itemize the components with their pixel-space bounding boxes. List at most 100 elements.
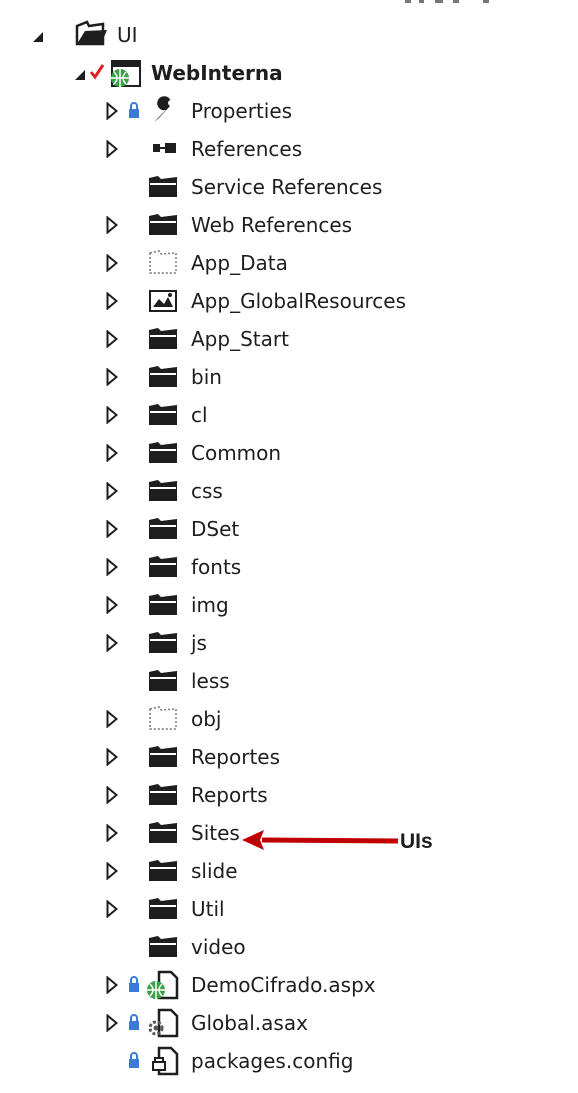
tree-node-dset[interactable]: DSet <box>0 510 578 548</box>
tree-node-bin[interactable]: bin <box>0 358 578 396</box>
collapsed-triangle-icon[interactable] <box>106 748 118 766</box>
collapsed-triangle-icon[interactable] <box>106 634 118 652</box>
folder-icon <box>149 784 177 805</box>
tree-node-reports[interactable]: Reports <box>0 776 578 814</box>
tree-node-label: Common <box>191 441 282 465</box>
tree-node-fonts[interactable]: fonts <box>0 548 578 586</box>
tree-node-util[interactable]: Util <box>0 890 578 928</box>
aspx-file-icon <box>147 970 179 1000</box>
tree-node-app-start[interactable]: App_Start <box>0 320 578 358</box>
collapsed-triangle-icon[interactable] <box>106 482 118 500</box>
web-project-icon <box>111 60 141 87</box>
folder-icon <box>149 670 177 691</box>
lock-icon <box>129 1014 139 1030</box>
cropped-text-fragment <box>405 0 489 3</box>
project-label: WebInterna <box>151 61 283 85</box>
tree-node-label: js <box>191 631 207 655</box>
collapsed-triangle-icon[interactable] <box>106 596 118 614</box>
tree-node-label: slide <box>191 859 238 883</box>
checkmark-icon <box>89 64 105 80</box>
collapsed-triangle-icon[interactable] <box>106 102 118 120</box>
tree-node-less[interactable]: less <box>0 662 578 700</box>
tree-node-label: App_Start <box>191 327 289 351</box>
tree-node-properties[interactable]: Properties <box>0 92 578 130</box>
resource-folder-icon <box>149 290 177 312</box>
tree-node-label: packages.config <box>191 1049 354 1073</box>
tree-node-democifrado-aspx[interactable]: DemoCifrado.aspx <box>0 966 578 1004</box>
tree-node-label: Global.asax <box>191 1011 308 1035</box>
collapsed-triangle-icon[interactable] <box>106 558 118 576</box>
collapsed-triangle-icon[interactable] <box>106 368 118 386</box>
folder-icon <box>149 328 177 349</box>
lock-icon <box>129 1052 139 1068</box>
collapsed-triangle-icon[interactable] <box>106 330 118 348</box>
folder-icon <box>149 936 177 957</box>
tree-node-global-asax[interactable]: Global.asax <box>0 1004 578 1042</box>
lock-icon <box>129 976 139 992</box>
collapsed-triangle-icon[interactable] <box>106 900 118 918</box>
tree-node-js[interactable]: js <box>0 624 578 662</box>
folder-icon <box>149 860 177 881</box>
folder-icon <box>149 594 177 615</box>
collapsed-triangle-icon[interactable] <box>106 710 118 728</box>
tree-node-label: Reports <box>191 783 268 807</box>
tree-node-service-references[interactable]: Service References <box>0 168 578 206</box>
collapsed-triangle-icon[interactable] <box>106 786 118 804</box>
tree-node-app-data[interactable]: App_Data <box>0 244 578 282</box>
tree-node-obj[interactable]: obj <box>0 700 578 738</box>
expanded-triangle-icon[interactable] <box>32 28 44 46</box>
collapsed-triangle-icon[interactable] <box>106 254 118 272</box>
tree-node-label: less <box>191 669 230 693</box>
tree-node-label: Sites <box>191 821 240 845</box>
tree-node-label: UI <box>117 23 138 47</box>
tree-node-reportes[interactable]: Reportes <box>0 738 578 776</box>
folder-icon <box>149 632 177 653</box>
expanded-triangle-icon[interactable] <box>74 66 86 84</box>
folder-icon <box>149 480 177 501</box>
collapsed-triangle-icon[interactable] <box>106 1014 118 1032</box>
tree-node-cl[interactable]: cl <box>0 396 578 434</box>
tree-node-ui[interactable]: UI <box>0 16 578 54</box>
references-icon <box>153 143 176 153</box>
folder-icon <box>149 518 177 539</box>
config-file-icon <box>152 1046 179 1076</box>
collapsed-triangle-icon[interactable] <box>106 862 118 880</box>
asax-file-icon <box>148 1008 179 1038</box>
folder-icon <box>149 442 177 463</box>
properties-wrench-icon <box>154 96 174 122</box>
tree-node-label: video <box>191 935 246 959</box>
tree-node-webinterna[interactable]: WebInterna <box>0 54 578 92</box>
tree-node-video[interactable]: video <box>0 928 578 966</box>
tree-node-references[interactable]: References <box>0 130 578 168</box>
tree-node-label: DemoCifrado.aspx <box>191 973 376 997</box>
collapsed-triangle-icon[interactable] <box>106 976 118 994</box>
tree-node-css[interactable]: css <box>0 472 578 510</box>
collapsed-triangle-icon[interactable] <box>106 292 118 310</box>
folder-dotted-icon <box>149 250 177 274</box>
tree-node-label: cl <box>191 403 208 427</box>
collapsed-triangle-icon[interactable] <box>106 444 118 462</box>
tree-node-label: css <box>191 479 223 503</box>
collapsed-triangle-icon[interactable] <box>106 824 118 842</box>
tree-node-label: Service References <box>191 175 383 199</box>
tree-node-img[interactable]: img <box>0 586 578 624</box>
collapsed-triangle-icon[interactable] <box>106 140 118 158</box>
tree-node-label: Reportes <box>191 745 281 769</box>
folder-icon <box>149 556 177 577</box>
folder-icon <box>149 214 177 235</box>
folder-icon <box>149 898 177 919</box>
collapsed-triangle-icon[interactable] <box>106 216 118 234</box>
tree-node-slide[interactable]: slide <box>0 852 578 890</box>
tree-node-app-globalresources[interactable]: App_GlobalResources <box>0 282 578 320</box>
tree-node-label: Util <box>191 897 225 921</box>
tree-node-web-references[interactable]: Web References <box>0 206 578 244</box>
tree-node-common[interactable]: Common <box>0 434 578 472</box>
tree-node-packages-config[interactable]: packages.config <box>0 1042 578 1080</box>
tree-node-label: DSet <box>191 517 240 541</box>
folder-icon <box>149 404 177 425</box>
collapsed-triangle-icon[interactable] <box>106 520 118 538</box>
tree-node-label: obj <box>191 707 222 731</box>
collapsed-triangle-icon[interactable] <box>106 406 118 424</box>
folder-icon <box>149 366 177 387</box>
tree-node-label: bin <box>191 365 222 389</box>
